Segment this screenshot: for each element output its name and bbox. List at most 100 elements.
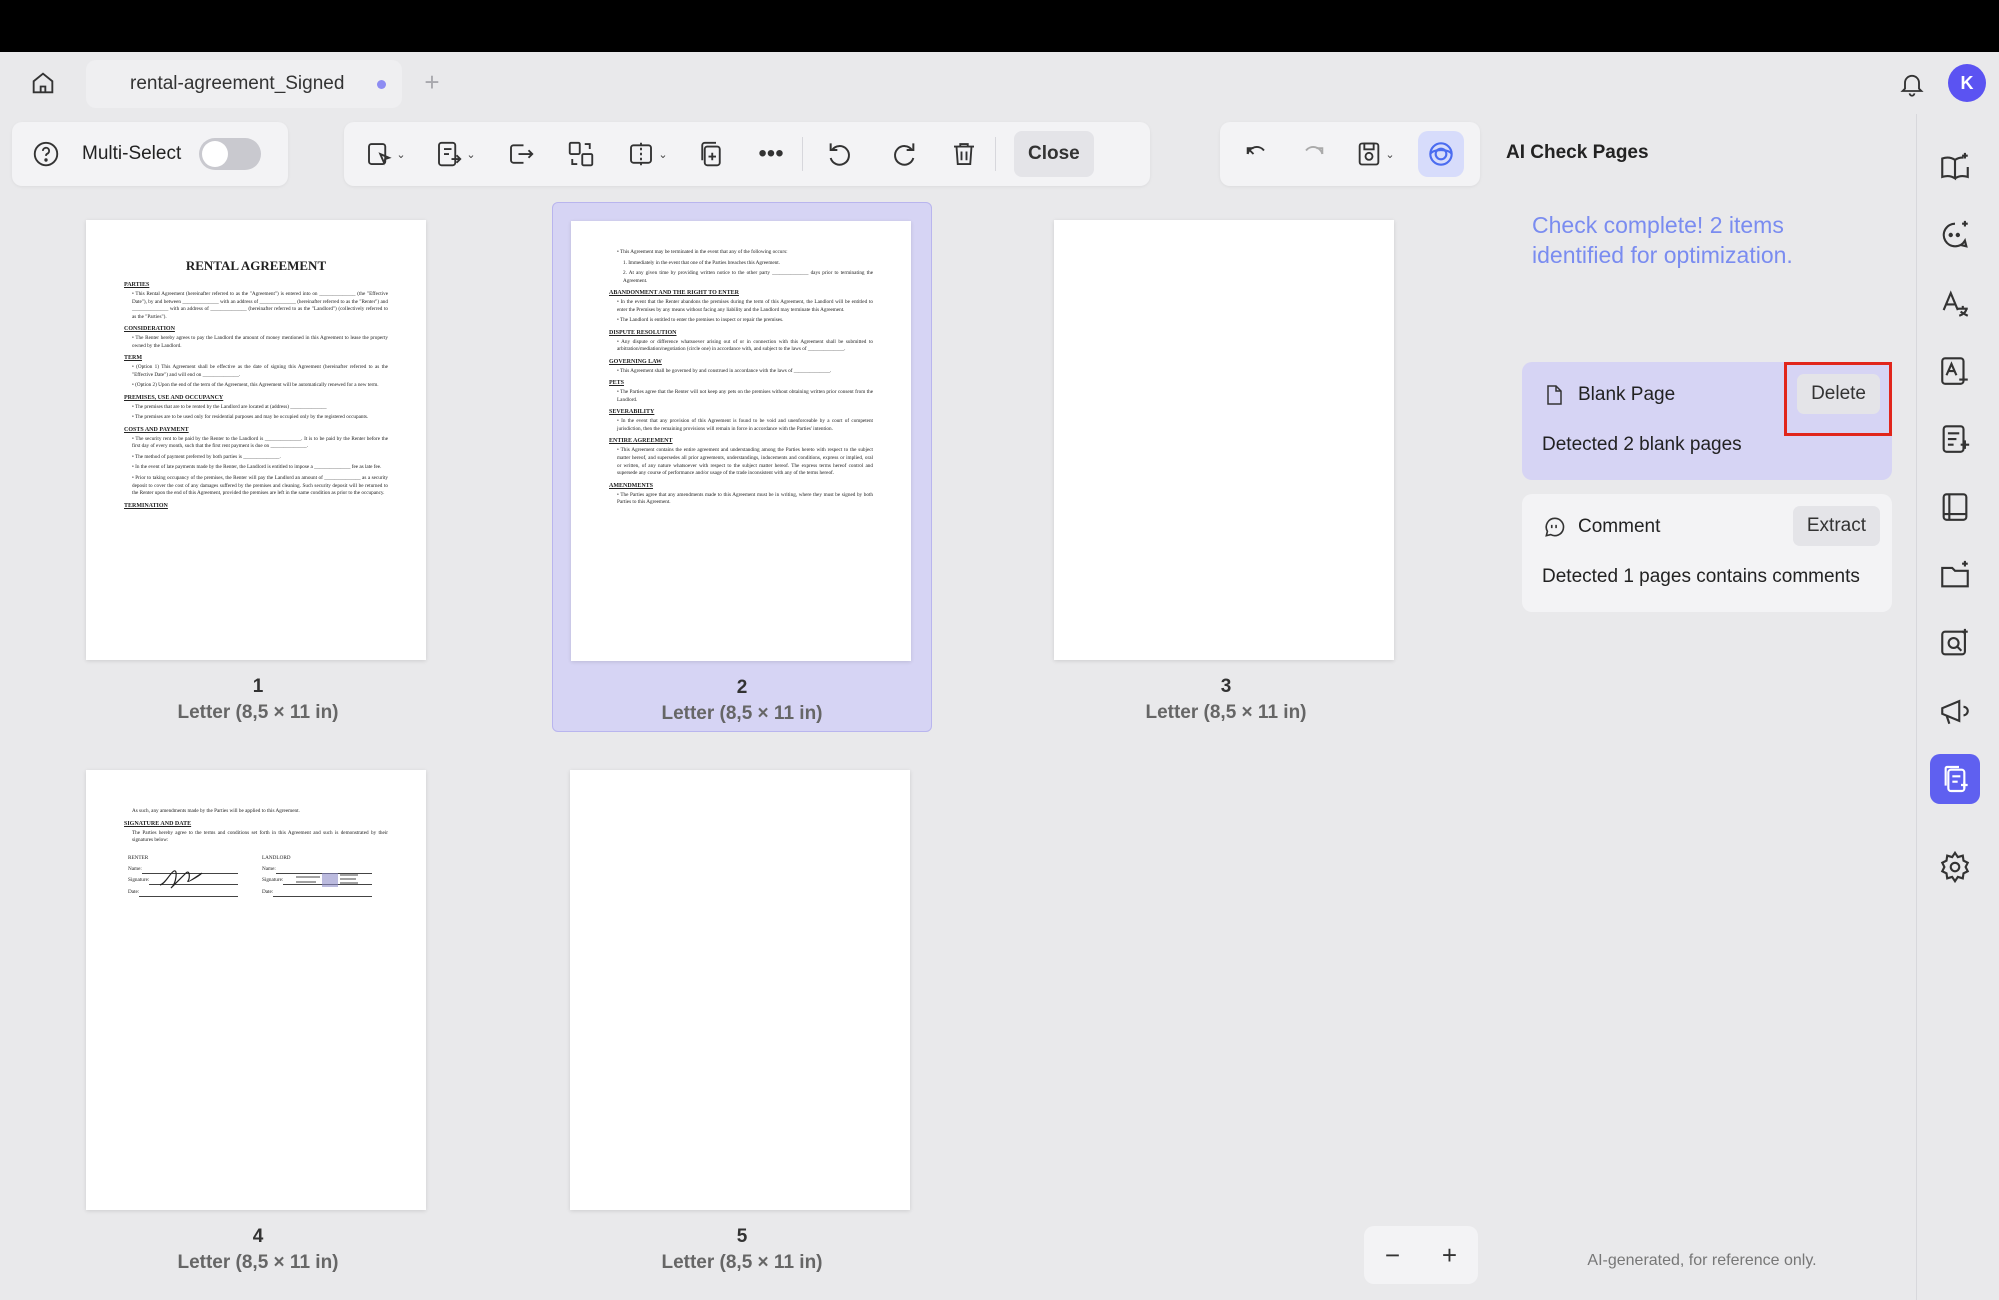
chevron-down-icon: ⌄ [396,148,406,161]
book-icon [1942,493,1968,521]
ai-assistant-button[interactable] [1418,131,1464,177]
rotate-left-icon [829,143,850,166]
save-button[interactable]: ⌄ [1344,132,1406,176]
ai-assistant-icon [1429,142,1453,166]
rotate-right-button[interactable] [879,132,929,176]
extract-page-button[interactable] [496,132,546,176]
signature-label: Signature: [128,877,150,884]
page-number: 3 [1220,676,1232,697]
page-preview: • This Agreement may be terminated in th… [571,221,911,661]
page-preview [570,770,910,1210]
close-button[interactable]: Close [1014,131,1094,177]
home-button[interactable] [20,65,66,101]
more-button[interactable]: ••• [746,132,796,176]
landlord-label: LANDLORD [262,854,291,861]
gear-icon [1940,850,1970,884]
replace-page-button[interactable] [556,132,606,176]
rotate-right-icon [894,143,915,166]
redo-button[interactable] [1288,132,1338,176]
page-text: The Parties hereby agree to the terms an… [132,829,388,844]
section-heading: CONSIDERATION [124,326,175,333]
rail-ai-check-pages[interactable] [1930,754,1980,804]
section-heading: SEVERABILITY [609,409,655,416]
avatar[interactable]: K [1948,64,1986,102]
multi-select-toggle[interactable] [199,138,262,170]
page-number: 2 [736,677,748,698]
rail-settings[interactable] [1930,842,1980,892]
section-heading: SIGNATURE AND DATE [124,820,192,827]
chevron-down-icon: ⌄ [466,148,476,161]
check-status: Check complete! 2 items identified for o… [1532,212,1793,268]
page-size: Letter (8,5 × 11 in) [661,703,823,724]
zoom-in-button[interactable]: + [1442,1240,1457,1271]
page-thumbnail-1[interactable]: RENTAL AGREEMENT PARTIES • This Rental A… [68,202,448,732]
rail-ai-search[interactable] [1930,618,1980,668]
selection-toolbar: Multi-Select [12,122,288,186]
translate-icon [1942,290,1969,317]
rail-presentation[interactable] [1930,686,1980,736]
rail-ai-summary[interactable] [1930,414,1980,464]
section-heading: GOVERNING LAW [609,358,662,365]
page-thumbnail-2[interactable]: • This Agreement may be terminated in th… [552,202,932,732]
page-thumbnail-3[interactable]: 3 Letter (8,5 × 11 in) [1036,202,1416,732]
megaphone-icon [1941,699,1969,725]
section-heading: TERMINATION [124,502,168,509]
document-tab[interactable]: rental-agreement_Signed [86,60,402,108]
rail-translate-page[interactable] [1930,346,1980,396]
new-tab-button[interactable]: + [418,64,446,100]
page-preview: As such, any amendments made by the Part… [86,770,426,1210]
notification-button[interactable] [1896,67,1928,101]
help-button[interactable] [26,132,66,176]
toolbar-divider [802,137,803,171]
document-title: RENTAL AGREEMENT [185,258,327,273]
toolbar-divider [995,137,996,171]
result-title: Comment [1578,516,1661,537]
date-label: Date: [262,888,274,895]
ai-check-panel: AI Check Pages Check complete! 2 items i… [1488,114,1916,1300]
zoom-out-button[interactable]: − [1385,1240,1400,1271]
rail-book-view[interactable] [1930,482,1980,532]
page-preview: RENTAL AGREEMENT PARTIES • This Rental A… [86,220,426,660]
page-tools-toolbar: ⌄ ⌄ ⌄ ••• Close [344,122,1150,186]
insert-page-button[interactable]: ⌄ [424,132,486,176]
section-heading: AMENDMENTS [609,482,654,489]
page-number: 5 [736,1226,748,1247]
document-toolbar: ⌄ [1220,122,1480,186]
bell-icon [1900,74,1924,97]
rotate-left-button[interactable] [815,132,865,176]
page-number: 1 [252,676,264,697]
select-tool-button[interactable]: ⌄ [354,132,416,176]
section-heading: PARTIES [124,282,150,288]
page-thumbnail-4[interactable]: As such, any amendments made by the Part… [68,752,448,1282]
rail-ai-chat[interactable] [1930,210,1980,260]
duplicate-page-button[interactable] [686,132,736,176]
ai-disclaimer: AI-generated, for reference only. [1587,1252,1817,1269]
rail-ai-reader[interactable] [1930,142,1980,192]
page-number: 4 [252,1226,264,1247]
page-thumbnail-5[interactable]: 5 Letter (8,5 × 11 in) [552,752,932,1282]
page-preview [1054,220,1394,660]
page-text: As such, any amendments made by the Part… [132,808,300,814]
panel-title: AI Check Pages [1506,142,1649,163]
right-tool-rail [1916,114,1999,1300]
summary-sparkle-icon [1942,425,1970,453]
chevron-down-icon: ⌄ [1385,148,1395,161]
section-heading: TERM [124,355,142,362]
tab-bar: rental-agreement_Signed + K [0,52,1999,114]
section-heading: ENTIRE AGREEMENT [609,438,673,445]
chat-bot-icon [1942,220,1968,248]
page-size: Letter (8,5 × 11 in) [177,702,339,723]
document-tab-title: rental-agreement_Signed [130,73,345,94]
insert-page-icon [438,141,462,167]
extract-button[interactable]: Extract [1792,506,1880,546]
undo-icon [1246,146,1265,155]
digital-signature-stamp [296,873,358,888]
rail-translate[interactable] [1930,278,1980,328]
page-size: Letter (8,5 × 11 in) [177,1252,339,1273]
delete-page-button[interactable] [939,132,989,176]
split-page-button[interactable]: ⌄ [616,132,678,176]
renter-label: RENTER [128,854,149,861]
section-heading: PREMISES, USE AND OCCUPANCY [124,394,224,401]
rail-ai-folder[interactable] [1930,550,1980,600]
undo-button[interactable] [1232,132,1282,176]
